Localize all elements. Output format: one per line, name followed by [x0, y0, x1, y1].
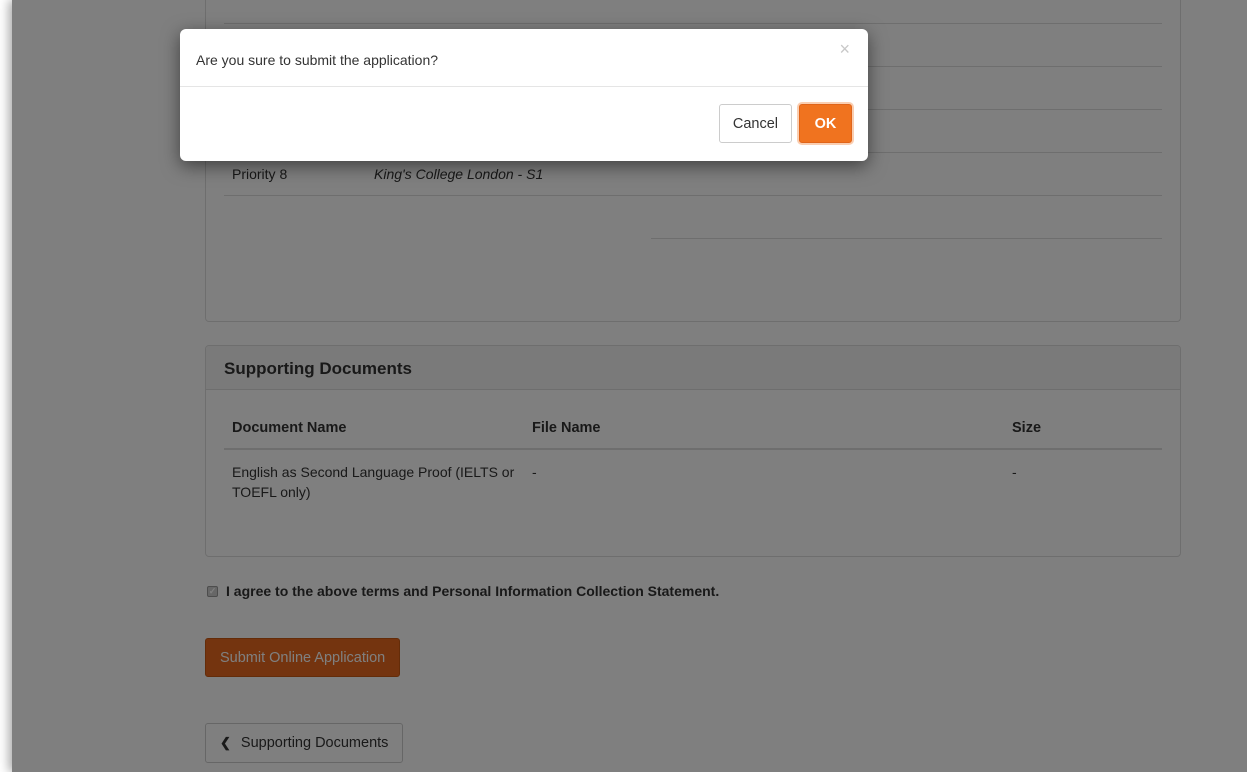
cancel-button[interactable]: Cancel — [718, 104, 792, 143]
dialog-footer: Cancel OK — [180, 87, 868, 160]
confirm-dialog: Are you sure to submit the application? … — [180, 29, 868, 161]
close-icon[interactable]: × — [839, 40, 850, 58]
dialog-message: Are you sure to submit the application? — [196, 52, 439, 68]
application-page: Priority 8 King's College London - S1 Su… — [12, 0, 1247, 772]
ok-button[interactable]: OK — [799, 104, 852, 143]
dialog-body: Are you sure to submit the application? … — [180, 29, 868, 87]
